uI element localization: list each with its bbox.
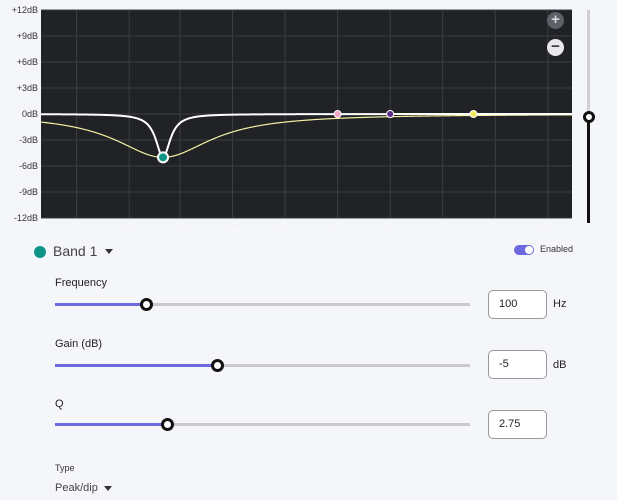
gain-unit: dB [553,359,567,371]
q-slider-fill [55,423,168,426]
frequency-label: Frequency [55,277,107,289]
frequency-tick-label: 32 [72,223,82,225]
gain-tick-label: -3dB [18,135,38,145]
master-gain-slider-thumb[interactable] [583,111,595,123]
band-select-label: Band 1 [53,243,98,259]
band-handle-3[interactable] [386,110,395,118]
band-color-dot [34,246,46,258]
frequency-tick-label: 8k [491,223,501,225]
gain-tick-label: +3dB [16,83,38,93]
frequency-input[interactable]: 100 [488,290,547,319]
type-label: Type [55,463,75,473]
gain-tick-label: +9dB [16,31,38,41]
gain-slider-fill [55,364,217,367]
type-select-value: Peak/dip [55,482,98,494]
frequency-tick-label: 4k [438,223,448,225]
type-select[interactable]: Peak/dip [55,482,112,494]
frequency-tick-label: 64 [124,223,134,225]
gain-tick-label: -9dB [18,187,38,197]
zoom-out-button[interactable]: − [547,39,564,56]
frequency-tick-label: 2k [385,223,395,225]
band-handle-2[interactable] [333,110,342,118]
gain-tick-label: -12dB [13,213,38,223]
toggle-knob [525,246,533,254]
gain-tick-label: +12dB [11,5,38,15]
gain-input[interactable]: -5 [488,350,547,379]
frequency-tick-label: 250 [225,223,240,225]
frequency-unit: Hz [553,298,567,310]
frequency-slider-fill [55,303,147,306]
chevron-down-icon [105,248,114,254]
enabled-label: Enabled [540,244,574,254]
gain-slider-thumb[interactable] [210,359,224,372]
frequency-tick-label: 1k [333,223,343,225]
gain-tick-label: -6dB [18,161,38,171]
zoom-in-button[interactable]: + [547,12,564,29]
frequency-tick-label: 125 [172,223,187,225]
frequency-slider-thumb[interactable] [140,298,154,311]
band-select[interactable]: Band 1 [53,243,114,259]
band-handle-1[interactable] [157,151,170,164]
chevron-down-icon [103,485,112,491]
q-slider[interactable] [55,418,470,431]
gain-tick-label: 0dB [21,109,38,119]
gain-tick-label: +6dB [16,57,38,67]
band-handle-4[interactable] [469,110,478,118]
q-label: Q [55,398,64,410]
gain-label: Gain (dB) [55,338,103,350]
frequency-tick-label: 16k [541,223,556,225]
frequency-tick-label: 500 [278,223,293,225]
enabled-toggle[interactable] [514,245,534,255]
gain-slider[interactable] [55,359,470,372]
q-input[interactable]: 2.75 [488,410,547,439]
master-gain-slider-fill [587,117,590,223]
frequency-axis: 32 64 125 250 500 1k 2k 4k 8k 16k [72,223,556,225]
eq-graph[interactable]: 32 64 125 250 500 1k 2k 4k 8k 16k [0,0,572,225]
q-slider-thumb[interactable] [161,418,175,431]
frequency-slider[interactable] [55,298,470,311]
